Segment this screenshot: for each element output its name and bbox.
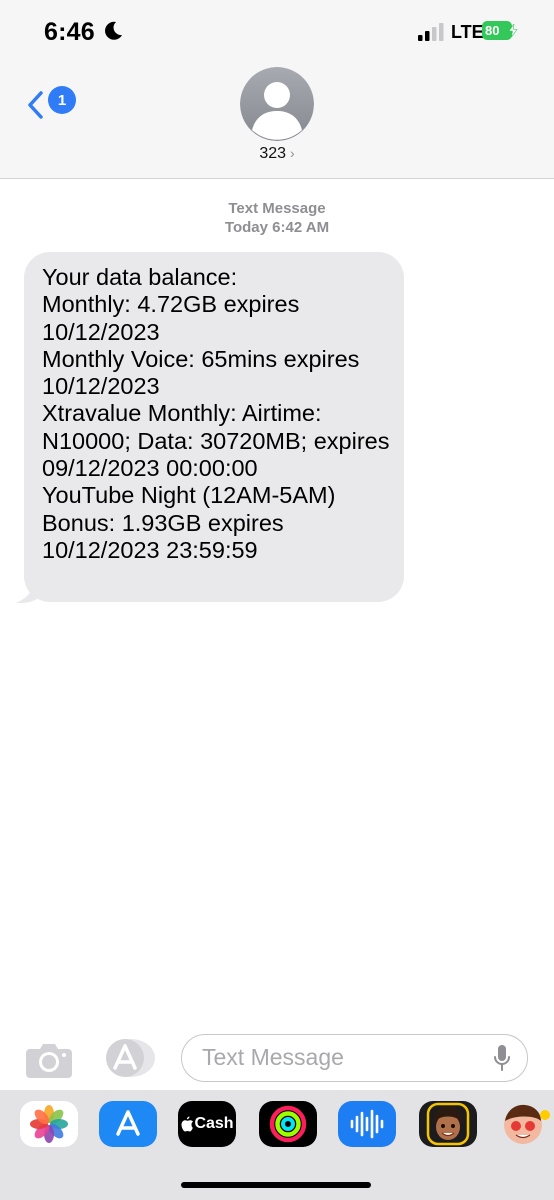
apple-cash-app-icon[interactable]: Cash (178, 1101, 236, 1147)
message-input-placeholder: Text Message (202, 1044, 344, 1070)
memoji-stickers-icon (504, 1104, 550, 1144)
message-timestamp-header: Text Message Today 6:42 AM (0, 199, 554, 237)
message-timestamp: Today 6:42 AM (224, 219, 330, 236)
message-service-label: Text Message (228, 200, 326, 217)
camera-icon[interactable] (26, 1040, 72, 1078)
photos-icon (30, 1105, 68, 1143)
memoji-stickers-app-icon[interactable] (498, 1101, 554, 1147)
contact-avatar[interactable] (240, 67, 314, 141)
app-store-button-icon[interactable] (101, 1038, 157, 1078)
battery-level: 80 (485, 23, 500, 38)
chevron-left-icon (28, 91, 43, 119)
home-indicator (181, 1182, 371, 1188)
activity-app-icon[interactable] (259, 1101, 317, 1147)
status-time: 6:46 (44, 18, 95, 46)
message-input[interactable]: Text Message (181, 1034, 528, 1082)
chevron-right-icon: › (290, 145, 295, 161)
contact-name-button[interactable]: 323 › (0, 145, 554, 163)
message-text: Your data balance: Monthly: 4.72GB expir… (42, 264, 390, 563)
waveform-icon (350, 1109, 384, 1139)
app-store-app-icon[interactable] (99, 1101, 157, 1147)
contact-name: 323 (259, 145, 287, 162)
unread-badge: 1 (48, 86, 76, 114)
network-type: LTE (451, 22, 484, 42)
back-button[interactable]: 1 (26, 86, 78, 122)
person-icon (240, 67, 314, 141)
microphone-icon[interactable] (493, 1044, 511, 1072)
moon-icon (105, 21, 122, 40)
memoji-icon (426, 1102, 470, 1146)
apple-cash-label: Cash (194, 1115, 234, 1132)
app-store-icon (116, 1110, 140, 1136)
apple-cash-icon (181, 1116, 194, 1132)
incoming-message-bubble[interactable]: Your data balance: Monthly: 4.72GB expir… (24, 252, 404, 602)
audio-message-app-icon[interactable] (338, 1101, 396, 1147)
photos-app-icon[interactable] (20, 1101, 78, 1147)
memoji-app-icon[interactable] (419, 1101, 477, 1147)
cellular-signal-icon (418, 23, 444, 41)
charging-bolt-icon (508, 24, 518, 37)
activity-icon (269, 1105, 307, 1143)
